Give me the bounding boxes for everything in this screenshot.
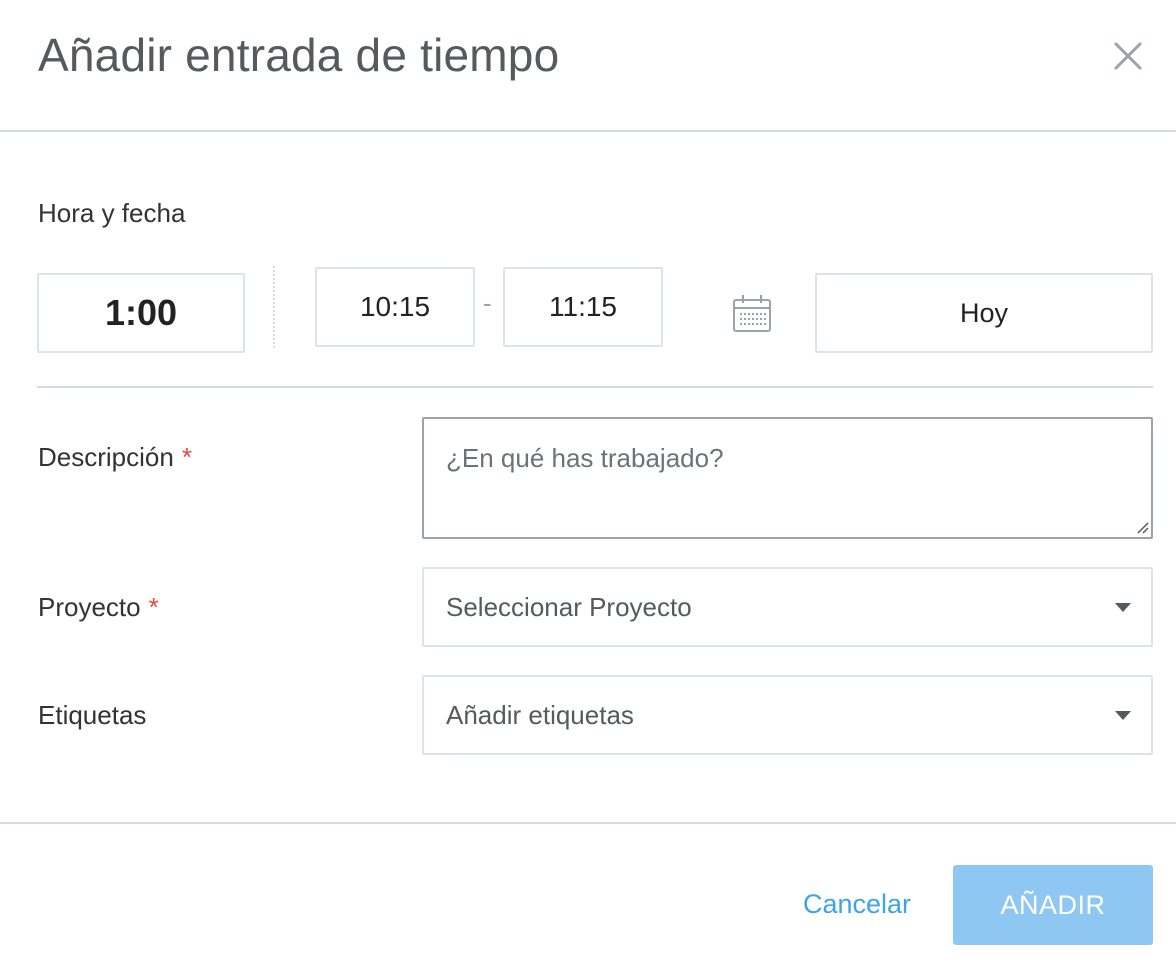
time-date-label: Hora y fecha	[38, 198, 186, 228]
project-select[interactable]: Seleccionar Proyecto	[422, 567, 1153, 647]
tags-select-value: Añadir etiquetas	[446, 700, 634, 730]
description-label: Descripción *	[38, 441, 192, 473]
add-time-entry-dialog: Añadir entrada de tiempo Hora y fecha 1:…	[0, 0, 1176, 977]
end-time-input[interactable]: 11:15	[503, 267, 663, 347]
dialog-header: Añadir entrada de tiempo	[0, 0, 1176, 132]
calendar-icon[interactable]	[732, 294, 772, 334]
project-select-value: Seleccionar Proyecto	[446, 592, 692, 622]
dialog-footer-divider	[0, 822, 1176, 824]
cancel-button[interactable]: Cancelar	[803, 888, 911, 920]
close-icon[interactable]	[1108, 36, 1148, 76]
time-separator: -	[483, 288, 492, 318]
duration-input[interactable]: 1:00	[37, 273, 245, 353]
start-time-input[interactable]: 10:15	[315, 267, 475, 347]
required-mark: *	[148, 592, 159, 622]
tags-label: Etiquetas	[38, 700, 147, 730]
date-picker[interactable]: Hoy	[815, 273, 1153, 353]
tags-select[interactable]: Añadir etiquetas	[422, 675, 1153, 755]
project-label-text: Proyecto	[38, 592, 141, 622]
divider	[37, 386, 1153, 388]
description-label-text: Descripción	[38, 442, 174, 472]
description-input[interactable]	[422, 417, 1153, 539]
dialog-title: Añadir entrada de tiempo	[38, 29, 560, 81]
project-label: Proyecto *	[38, 591, 159, 623]
caret-down-icon	[1115, 603, 1131, 612]
divider	[273, 266, 275, 348]
caret-down-icon	[1115, 711, 1131, 720]
add-button[interactable]: AÑADIR	[953, 865, 1153, 945]
required-mark: *	[181, 442, 192, 472]
